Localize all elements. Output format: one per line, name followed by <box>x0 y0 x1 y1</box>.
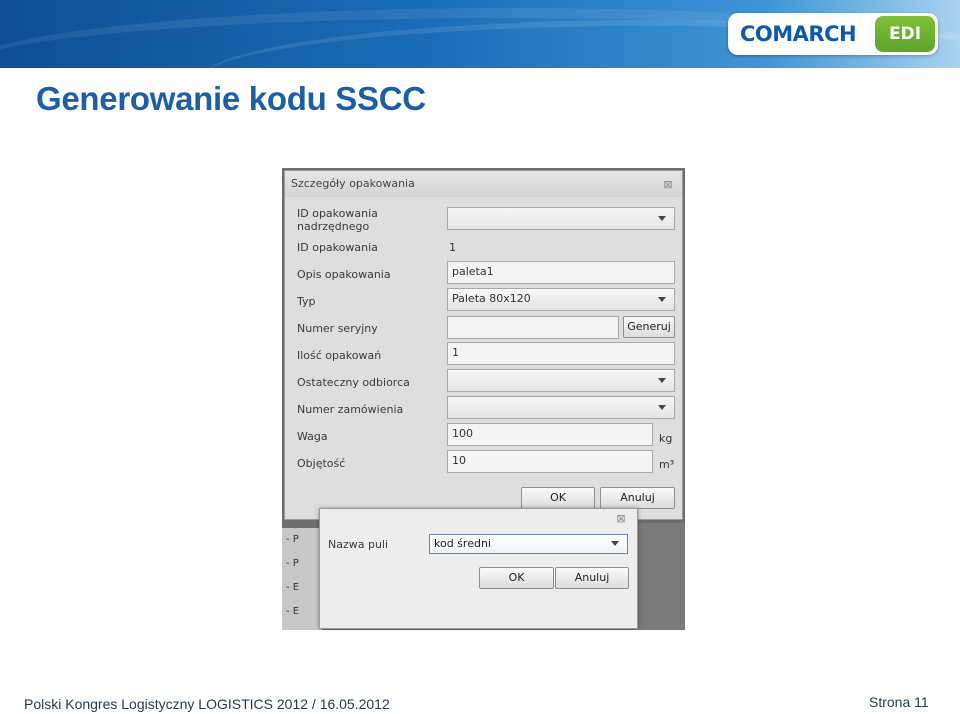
chevron-down-icon <box>658 378 666 383</box>
footer-page-number: Strona 11 <box>869 694 929 710</box>
description-label: Opis opakowania <box>297 268 391 281</box>
quantity-input[interactable]: 1 <box>447 342 675 365</box>
background-list: - P - P - E - E <box>282 528 322 630</box>
page-title: Generowanie kodu SSCC <box>36 80 426 117</box>
generate-button[interactable]: Generuj <box>623 316 675 338</box>
chevron-down-icon <box>658 216 666 221</box>
weight-input[interactable]: 100 <box>447 423 653 446</box>
footer-event-info: Polski Kongres Logistyczny LOGISTICS 201… <box>24 696 390 712</box>
recipient-select[interactable] <box>447 369 675 392</box>
description-input[interactable]: paleta1 <box>447 261 675 284</box>
list-item: - E <box>286 606 300 617</box>
chevron-down-icon <box>611 541 619 546</box>
ok-button[interactable]: OK <box>521 487 595 509</box>
type-value: Paleta 80x120 <box>452 292 531 305</box>
dialog-title: Szczegóły opakowania <box>291 177 415 190</box>
recipient-label: Ostateczny odbiorca <box>297 376 410 389</box>
weight-label: Waga <box>297 430 328 443</box>
header-band: COMARCH EDI <box>0 0 960 68</box>
logo-wordmark: COMARCH <box>740 22 857 46</box>
package-details-dialog: Szczegóły opakowania ⊠ ID opakowania nad… <box>284 170 683 520</box>
quantity-label: Ilość opakowań <box>297 349 382 362</box>
package-id-value: 1 <box>449 241 456 254</box>
list-item: - P <box>286 534 299 545</box>
pool-name-select[interactable]: kod średni <box>429 534 628 554</box>
package-id-label: ID opakowania <box>297 241 378 254</box>
background-panel <box>637 523 685 630</box>
close-icon[interactable]: ⊠ <box>615 513 627 525</box>
serial-label: Numer seryjny <box>297 322 378 335</box>
pool-cancel-button[interactable]: Anuluj <box>555 567 629 589</box>
embedded-screenshot: - P - P - E - E Szczegóły opakowania ⊠ I… <box>282 168 685 630</box>
volume-unit: m³ <box>659 458 675 471</box>
pool-name-dialog: ⊠ Nazwa puli kod średni OK Anuluj <box>319 508 638 629</box>
volume-input[interactable]: 10 <box>447 450 653 473</box>
list-item: - P <box>286 558 299 569</box>
cancel-button[interactable]: Anuluj <box>600 487 675 509</box>
parent-id-select[interactable] <box>447 207 675 230</box>
chevron-down-icon <box>658 297 666 302</box>
pool-name-label: Nazwa puli <box>328 538 389 551</box>
pool-name-value: kod średni <box>434 537 491 550</box>
order-select[interactable] <box>447 396 675 419</box>
order-label: Numer zamówienia <box>297 403 404 416</box>
pool-ok-button[interactable]: OK <box>479 567 554 589</box>
serial-input[interactable] <box>447 316 619 339</box>
type-label: Typ <box>297 295 316 308</box>
chevron-down-icon <box>658 405 666 410</box>
type-select[interactable]: Paleta 80x120 <box>447 288 675 311</box>
dialog-titlebar: Szczegóły opakowania ⊠ <box>285 171 682 197</box>
comarch-edi-logo: COMARCH EDI <box>728 13 938 55</box>
parent-id-label-line1: ID opakowania <box>297 207 378 220</box>
volume-label: Objętość <box>297 457 346 470</box>
parent-id-label-line2: nadrzędnego <box>297 220 370 233</box>
close-icon[interactable]: ⊠ <box>662 179 674 191</box>
list-item: - E <box>286 582 300 593</box>
weight-unit: kg <box>659 432 673 445</box>
logo-edi-badge: EDI <box>875 16 935 52</box>
